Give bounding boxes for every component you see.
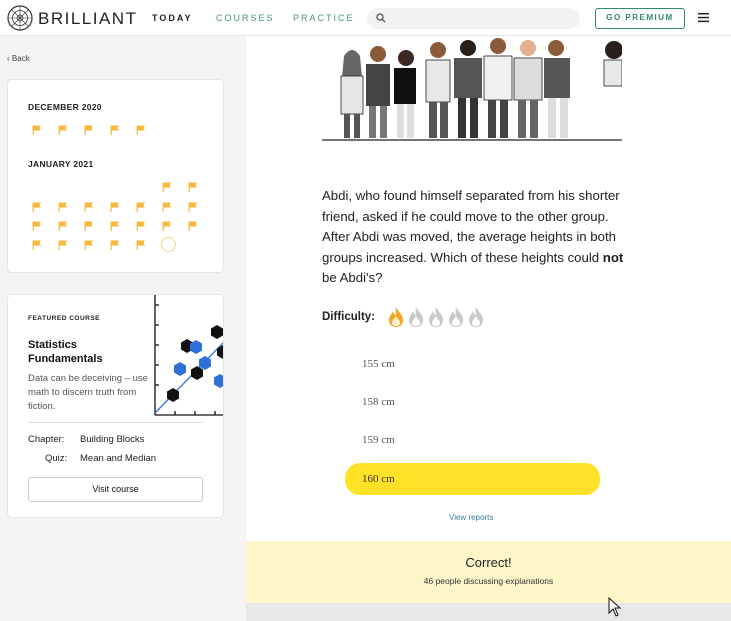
chapter-value[interactable]: Building Blocks xyxy=(80,434,144,445)
flag-icon xyxy=(110,202,119,212)
tab-courses[interactable]: COURSES xyxy=(216,13,275,23)
flag-icon xyxy=(84,221,93,231)
featured-course-label: FEATURED COURSE xyxy=(28,315,101,322)
quiz-value[interactable]: Mean and Median xyxy=(80,453,156,464)
discussion-link[interactable]: 46 people discussing explanations xyxy=(246,576,731,586)
answer-choice-158[interactable]: 158 cm xyxy=(345,387,600,417)
flag-icon xyxy=(58,202,67,212)
flag-icon xyxy=(58,221,67,231)
tab-practice[interactable]: PRACTICE xyxy=(293,13,355,23)
flag-icon xyxy=(84,125,93,135)
flag-icon xyxy=(136,202,145,212)
featured-course-card: FEATURED COURSE Statistics Fundamentals … xyxy=(7,294,224,518)
sidebar: ‹ Back DECEMBER 2020 JANUARY 2021 FEATUR… xyxy=(0,36,246,621)
back-link[interactable]: ‹ Back xyxy=(7,54,30,63)
search-icon xyxy=(376,13,386,23)
streak-calendar-card: DECEMBER 2020 JANUARY 2021 xyxy=(7,79,224,273)
chevron-left-icon: ‹ xyxy=(7,54,10,63)
flag-icon xyxy=(136,125,145,135)
flag-icon xyxy=(162,202,171,212)
flag-icon xyxy=(136,221,145,231)
question-text: Abdi, who found himself separated from h… xyxy=(322,186,624,289)
result-title: Correct! xyxy=(465,555,512,570)
question-text-end: be Abdi's? xyxy=(322,270,383,285)
question-text-part: Abdi, who found himself separated from h… xyxy=(322,188,620,265)
course-description: Data can be deceiving – use math to disc… xyxy=(28,373,148,412)
flag-icon xyxy=(136,240,145,250)
flag-icon xyxy=(110,240,119,250)
answer-choice-159[interactable]: 159 cm xyxy=(345,425,600,455)
empty-day-icon xyxy=(161,237,176,252)
flag-icon xyxy=(58,125,67,135)
scatter-plot-illustration xyxy=(154,295,223,416)
result-banner: Correct! 46 people discussing explanatio… xyxy=(246,541,731,603)
search-bar[interactable] xyxy=(367,8,580,29)
question-emphasis: not xyxy=(602,249,624,265)
search-input[interactable] xyxy=(391,10,571,27)
difficulty-flame-icon xyxy=(409,307,423,327)
difficulty-flame-icon xyxy=(389,307,403,327)
group-of-people-illustration xyxy=(322,38,622,141)
flag-icon xyxy=(32,221,41,231)
answer-choice-155[interactable]: 155 cm xyxy=(345,349,600,379)
chapter-label: Chapter: xyxy=(28,434,65,445)
brand-name[interactable]: BRILLIANT xyxy=(38,9,137,29)
flag-icon xyxy=(32,202,41,212)
answer-choice-160[interactable]: 160 cm xyxy=(345,463,600,495)
difficulty-flame-icon xyxy=(469,307,483,327)
month-label-december: DECEMBER 2020 xyxy=(28,102,102,112)
flag-icon xyxy=(188,182,197,192)
mouse-cursor-icon xyxy=(608,597,622,617)
quiz-label: Quiz: xyxy=(45,453,68,464)
bottom-strip xyxy=(246,603,731,621)
brilliant-logo-icon[interactable] xyxy=(7,5,33,31)
back-label: Back xyxy=(11,54,30,63)
top-header: BRILLIANT TODAY COURSES PRACTICE GO PREM… xyxy=(0,0,731,36)
flag-icon xyxy=(188,202,197,212)
flag-icon xyxy=(162,221,171,231)
main-content: Abdi, who found himself separated from h… xyxy=(246,36,731,621)
flag-icon xyxy=(32,125,41,135)
go-premium-button[interactable]: GO PREMIUM xyxy=(595,8,685,29)
tab-today[interactable]: TODAY xyxy=(152,13,193,23)
flag-icon xyxy=(32,240,41,250)
flag-icon xyxy=(162,182,171,192)
month-label-january: JANUARY 2021 xyxy=(28,159,94,169)
difficulty-label: Difficulty: xyxy=(322,311,376,323)
flag-icon xyxy=(84,202,93,212)
flag-icon xyxy=(188,221,197,231)
view-reports-link[interactable]: View reports xyxy=(449,513,493,522)
flag-icon xyxy=(110,221,119,231)
course-title[interactable]: Statistics Fundamentals xyxy=(28,338,138,366)
hamburger-menu-icon[interactable] xyxy=(698,12,709,23)
visit-course-button[interactable]: Visit course xyxy=(28,477,203,502)
difficulty-flame-icon xyxy=(449,307,463,327)
divider xyxy=(28,422,203,423)
flag-icon xyxy=(84,240,93,250)
flag-icon xyxy=(58,240,67,250)
difficulty-flame-icon xyxy=(429,307,443,327)
flag-icon xyxy=(110,125,119,135)
